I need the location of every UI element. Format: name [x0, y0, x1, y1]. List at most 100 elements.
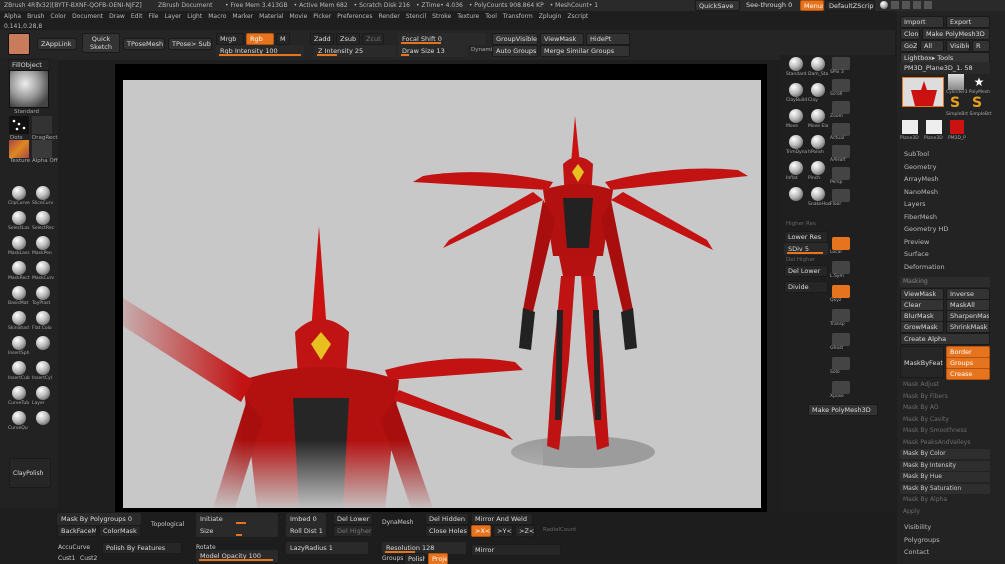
create-alpha-button[interactable]: Create Alpha	[900, 333, 990, 345]
right-brush-standard-icon[interactable]	[789, 57, 803, 71]
qxyz-icon[interactable]	[832, 285, 850, 298]
layout-icon[interactable]	[891, 1, 899, 9]
menu-color[interactable]: Color	[50, 13, 66, 20]
mask-option-mask-by-fibers[interactable]: Mask By Fibers	[900, 392, 990, 402]
mask-option-mask-by-saturation[interactable]: Mask By Saturation	[900, 483, 990, 494]
cust1-button[interactable]: Cust1	[58, 555, 75, 562]
mask-option-mask-adjust[interactable]: Mask Adjust	[900, 380, 990, 390]
brush-basicmat-icon[interactable]	[12, 286, 26, 300]
merge-similar-groups-button[interactable]: Merge Similar Groups	[540, 45, 630, 57]
section-polygroups[interactable]: Polygroups	[904, 536, 940, 544]
section-fibermesh[interactable]: FiberMesh	[904, 213, 937, 221]
visible-button[interactable]: Visible	[946, 40, 970, 52]
brush-maskpen-icon[interactable]	[36, 236, 50, 250]
section-preview[interactable]: Preview	[904, 238, 929, 246]
brush-flat colo-icon[interactable]	[36, 311, 50, 325]
menu-movie[interactable]: Movie	[290, 13, 308, 20]
brush-masklass-icon[interactable]	[12, 236, 26, 250]
size-slider[interactable]: Size	[196, 525, 278, 537]
menu-tool[interactable]: Tool	[485, 13, 497, 20]
brush-slicecurv-icon[interactable]	[36, 186, 50, 200]
brush-maskcurv-icon[interactable]	[36, 261, 50, 275]
brush-insertcub-icon[interactable]	[12, 361, 26, 375]
mask-option-apply[interactable]: Apply	[900, 507, 990, 517]
menu-render[interactable]: Render	[378, 13, 399, 20]
radial-count-slider[interactable]: RadialCount	[543, 527, 576, 533]
tpose-mesh-button[interactable]: TPoseMesh	[123, 38, 165, 50]
hide-pt-button[interactable]: HidePt	[586, 33, 630, 45]
quick-sketch-button[interactable]: Quick Sketch	[82, 33, 120, 53]
brush-insertsph-icon[interactable]	[12, 336, 26, 350]
menus-toggle[interactable]: Menus	[800, 0, 824, 11]
section-subtool[interactable]: SubTool	[904, 150, 929, 158]
masking-header[interactable]: Masking	[900, 277, 990, 287]
menu-layer[interactable]: Layer	[165, 13, 182, 20]
zcut-button[interactable]: Zcut	[362, 33, 384, 45]
brush-clipcurve-icon[interactable]	[12, 186, 26, 200]
right-brush-move-icon[interactable]	[789, 109, 803, 123]
brush-selectlas-icon[interactable]	[12, 211, 26, 225]
del-higher-button[interactable]: Del Higher	[786, 257, 815, 263]
menu-light[interactable]: Light	[187, 13, 202, 20]
mask-option-mask-by-smoothness[interactable]: Mask By Smoothness	[900, 426, 990, 436]
floor-icon[interactable]	[832, 189, 850, 202]
texture-icon[interactable]	[9, 140, 29, 158]
menu-brush[interactable]: Brush	[27, 13, 44, 20]
section-contact[interactable]: Contact	[904, 548, 929, 556]
brush-toyplast-icon[interactable]	[36, 286, 50, 300]
menu-texture[interactable]: Texture	[457, 13, 479, 20]
right-brush-snakehoo-icon[interactable]	[811, 187, 825, 201]
brush-slot-icon[interactable]	[36, 336, 50, 350]
current-tool-slider[interactable]: PM3D_Plane3D_1. 58	[900, 62, 990, 74]
z-intensity-slider[interactable]: Z Intensity 25	[314, 45, 396, 57]
minimize-icon[interactable]	[902, 1, 910, 9]
menu-preferences[interactable]: Preferences	[337, 13, 372, 20]
section-nanomesh[interactable]: NanoMesh	[904, 188, 938, 196]
roll-dist-slider[interactable]: Roll Dist 1	[286, 525, 326, 537]
higher-res-button[interactable]: Higher Res	[786, 221, 816, 227]
brush-curvequ-icon[interactable]	[12, 411, 26, 425]
primary-color-swatch[interactable]	[8, 33, 30, 55]
divide-button[interactable]: Divide	[784, 281, 828, 293]
default-zscript-button[interactable]: DefaultZScript	[825, 0, 875, 11]
close-holes-button[interactable]: Close Holes	[425, 525, 469, 537]
right-brush-clay-icon[interactable]	[811, 83, 825, 97]
alpha-off-icon[interactable]	[32, 140, 52, 158]
lazy-radius-slider[interactable]: LazyRadius 1	[286, 542, 368, 554]
maximize-icon[interactable]	[913, 1, 921, 9]
dynamesh-polish-toggle[interactable]: Polish	[404, 553, 426, 564]
menu-material[interactable]: Material	[259, 13, 283, 20]
solo-icon[interactable]	[832, 357, 850, 370]
mask-option-mask-by-color[interactable]: Mask By Color	[900, 449, 990, 459]
grow-mask-button[interactable]: GrowMask	[900, 321, 944, 333]
all-button[interactable]: All	[920, 40, 944, 52]
crease-toggle[interactable]: Crease	[946, 368, 990, 380]
xpose-icon[interactable]	[832, 381, 850, 394]
dynamesh-groups-toggle[interactable]: Groups	[382, 555, 403, 562]
section-visibility[interactable]: Visibility	[904, 523, 931, 531]
zapplink-button[interactable]: ZAppLink	[37, 38, 77, 50]
draw-size-slider[interactable]: Draw Size 13	[398, 45, 468, 57]
r-button[interactable]: R	[972, 40, 990, 52]
mask-by-feature-button[interactable]: MaskByFeatur	[900, 346, 944, 378]
close-icon[interactable]	[924, 1, 932, 9]
transp-icon[interactable]	[832, 309, 850, 322]
clone-button[interactable]: Clone	[900, 28, 920, 40]
quicksave-button[interactable]: QuickSave	[695, 0, 740, 11]
menu-stencil[interactable]: Stencil	[406, 13, 426, 20]
mask-option-mask-by-intensity[interactable]: Mask By Intensity	[900, 460, 990, 471]
import-button[interactable]: Import	[900, 16, 944, 28]
mrgb-button[interactable]: Mrgb	[216, 33, 244, 45]
pm3d-icon[interactable]	[950, 120, 964, 134]
brush-selectrec-icon[interactable]	[36, 211, 50, 225]
ghost-icon[interactable]	[832, 333, 850, 346]
shrink-mask-button[interactable]: ShrinkMask	[946, 321, 990, 333]
plane3d-icon-1[interactable]	[902, 120, 918, 134]
accu-curve-button[interactable]: AccuCurve	[58, 544, 90, 551]
alpha-dragrect-icon[interactable]	[32, 116, 52, 134]
right-brush-dam_sta-icon[interactable]	[811, 57, 825, 71]
mirror-y-toggle[interactable]: >Y<	[493, 525, 513, 537]
view-mask-button[interactable]: ViewMask	[540, 33, 584, 45]
help-icon[interactable]	[880, 1, 888, 9]
section-deformation[interactable]: Deformation	[904, 263, 945, 271]
